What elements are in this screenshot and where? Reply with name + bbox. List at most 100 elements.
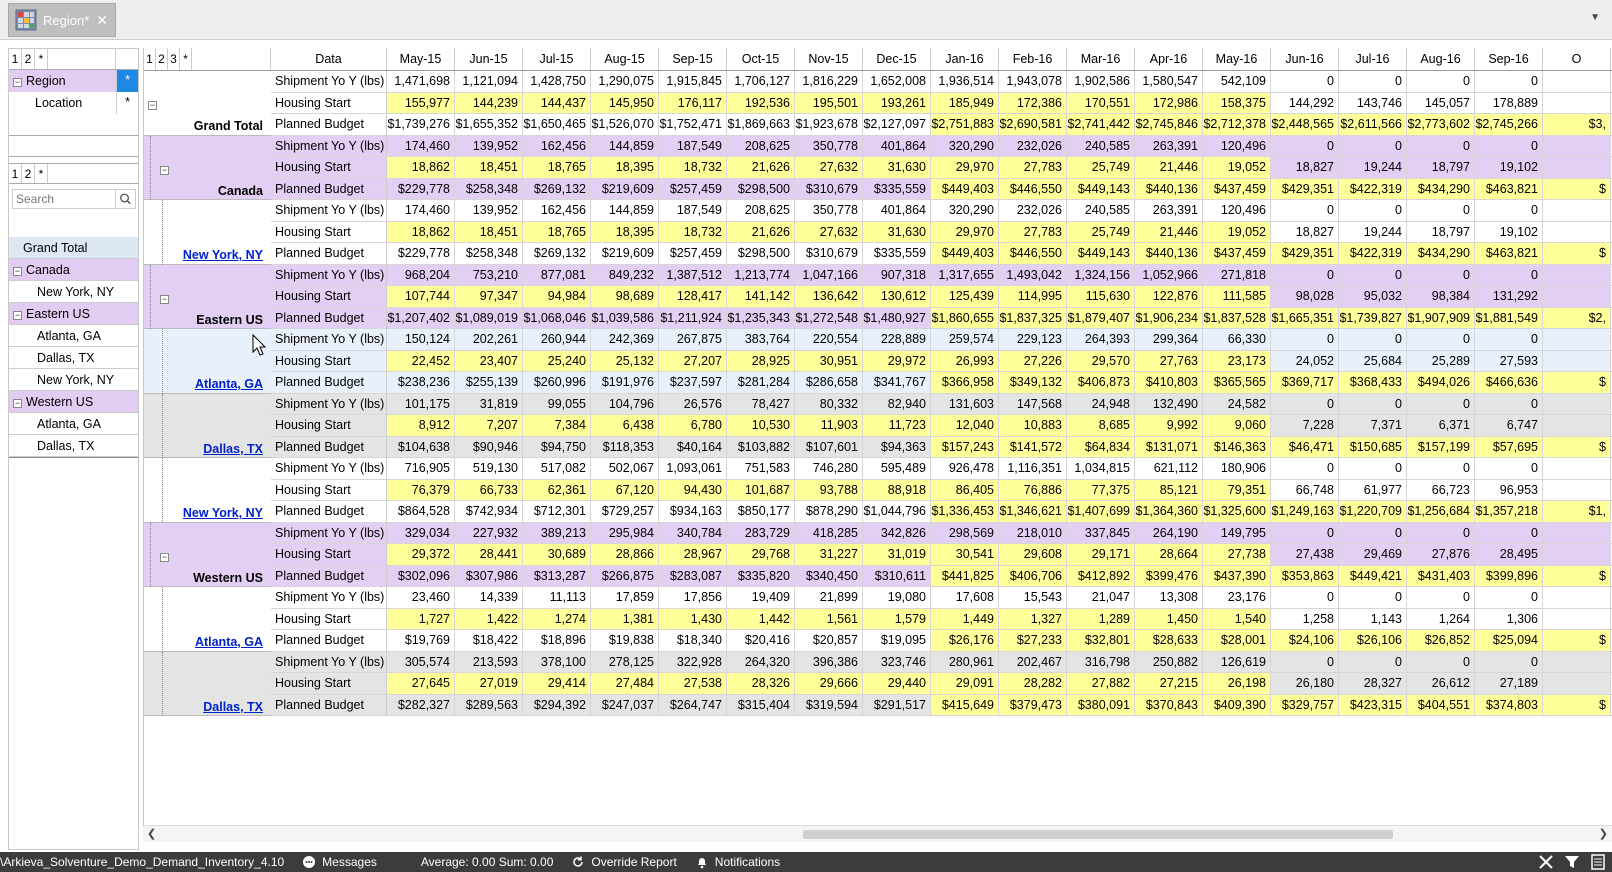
data-cell[interactable]: 242,369 [591, 329, 659, 350]
data-cell[interactable]: 6,438 [591, 415, 659, 436]
data-cell[interactable]: 295,984 [591, 522, 659, 543]
data-cell[interactable]: $349,132 [999, 372, 1067, 393]
month-header[interactable]: O [1543, 48, 1611, 70]
data-cell[interactable]: $1,220,709 [1339, 501, 1407, 522]
data-cell[interactable]: 29,970 [931, 157, 999, 178]
data-cell[interactable]: 174,460 [387, 135, 455, 156]
data-cell[interactable]: $446,550 [999, 178, 1067, 199]
data-cell[interactable]: 26,612 [1407, 673, 1475, 694]
data-cell[interactable]: 192,536 [727, 92, 795, 113]
data-cell[interactable]: 27,593 [1475, 350, 1543, 371]
data-cell[interactable]: 517,082 [523, 458, 591, 479]
data-cell[interactable]: 28,327 [1339, 673, 1407, 694]
data-cell[interactable]: 320,290 [931, 200, 999, 221]
data-cell[interactable]: 131,603 [931, 393, 999, 414]
data-cell[interactable]: 0 [1407, 135, 1475, 156]
month-header[interactable]: May-15 [387, 48, 455, 70]
data-cell[interactable]: $1,739,276 [387, 114, 455, 135]
data-cell[interactable]: 24,052 [1271, 350, 1339, 371]
data-cell[interactable]: $422,319 [1339, 243, 1407, 264]
data-cell[interactable]: $2,741,442 [1067, 114, 1135, 135]
data-cell[interactable]: $57,695 [1475, 436, 1543, 457]
data-cell[interactable]: 143,746 [1339, 92, 1407, 113]
data-cell[interactable]: 0 [1407, 393, 1475, 414]
data-cell[interactable]: 23,407 [455, 350, 523, 371]
data-cell[interactable]: $ [1543, 694, 1611, 715]
data-cell[interactable]: $118,353 [591, 436, 659, 457]
data-cell[interactable]: 149,795 [1203, 522, 1271, 543]
data-cell[interactable]: $341,767 [863, 372, 931, 393]
level-all-button[interactable]: * [35, 49, 48, 69]
data-cell[interactable]: 98,384 [1407, 286, 1475, 307]
data-cell[interactable]: 66,748 [1271, 479, 1339, 500]
data-cell[interactable]: 27,645 [387, 673, 455, 694]
collapse-icon[interactable]: − [160, 165, 169, 175]
data-cell[interactable]: $307,986 [455, 565, 523, 586]
data-cell[interactable]: 1,943,078 [999, 71, 1067, 92]
data-cell[interactable]: 29,469 [1339, 544, 1407, 565]
data-cell[interactable]: 1,727 [387, 608, 455, 629]
data-cell[interactable]: 1,290,075 [591, 71, 659, 92]
data-cell[interactable]: 0 [1339, 135, 1407, 156]
data-cell[interactable]: $258,348 [455, 243, 523, 264]
data-cell[interactable]: 1,816,229 [795, 71, 863, 92]
data-cell[interactable]: 0 [1271, 458, 1339, 479]
data-cell[interactable]: 21,626 [727, 221, 795, 242]
data-cell[interactable]: 27,215 [1135, 673, 1203, 694]
data-cell[interactable]: 27,882 [1067, 673, 1135, 694]
data-cell[interactable]: 401,864 [863, 135, 931, 156]
data-cell[interactable]: $25,094 [1475, 630, 1543, 651]
data-cell[interactable]: 1,317,655 [931, 264, 999, 285]
data-cell[interactable]: 19,052 [1203, 221, 1271, 242]
level-1-button[interactable]: 1 [144, 48, 156, 70]
data-cell[interactable]: $18,422 [455, 630, 523, 651]
data-cell[interactable]: $463,821 [1475, 243, 1543, 264]
data-cell[interactable]: 0 [1339, 200, 1407, 221]
data-cell[interactable]: 1,264 [1407, 608, 1475, 629]
data-cell[interactable]: 97,347 [455, 286, 523, 307]
data-cell[interactable]: 19,102 [1475, 221, 1543, 242]
data-cell[interactable]: $313,287 [523, 565, 591, 586]
data-cell[interactable]: 298,569 [931, 522, 999, 543]
data-cell[interactable]: $1,860,655 [931, 307, 999, 328]
data-cell[interactable]: 0 [1407, 651, 1475, 672]
data-cell[interactable]: 23,176 [1203, 587, 1271, 608]
data-cell[interactable]: $64,834 [1067, 436, 1135, 457]
member-item[interactable]: Dallas, TX [9, 435, 138, 457]
data-cell[interactable]: 170,551 [1067, 92, 1135, 113]
data-cell[interactable]: 21,626 [727, 157, 795, 178]
data-cell[interactable] [1543, 651, 1611, 672]
data-cell[interactable]: 150,124 [387, 329, 455, 350]
data-cell[interactable]: 27,019 [455, 673, 523, 694]
data-cell[interactable]: $255,139 [455, 372, 523, 393]
data-cell[interactable]: $2,745,266 [1475, 114, 1543, 135]
horizontal-scrollbar[interactable]: ❮ ❯ [143, 825, 1612, 842]
member-item[interactable]: New York, NY [9, 369, 138, 391]
data-cell[interactable]: 1,052,966 [1135, 264, 1203, 285]
data-cell[interactable]: $219,609 [591, 243, 659, 264]
data-cell[interactable]: $229,778 [387, 178, 455, 199]
dimension-location[interactable]: Location * [9, 92, 138, 114]
data-cell[interactable]: 93,788 [795, 479, 863, 500]
data-cell[interactable]: 144,437 [523, 92, 591, 113]
data-cell[interactable]: 27,538 [659, 673, 727, 694]
data-cell[interactable]: $1,655,352 [455, 114, 523, 135]
data-cell[interactable]: 174,460 [387, 200, 455, 221]
data-cell[interactable]: $422,319 [1339, 178, 1407, 199]
data-cell[interactable]: $24,106 [1271, 630, 1339, 651]
data-cell[interactable]: 29,972 [863, 350, 931, 371]
data-cell[interactable]: 95,032 [1339, 286, 1407, 307]
data-cell[interactable]: 25,749 [1067, 221, 1135, 242]
data-cell[interactable]: 0 [1407, 587, 1475, 608]
data-cell[interactable]: $441,825 [931, 565, 999, 586]
data-cell[interactable]: $340,450 [795, 565, 863, 586]
data-cell[interactable]: 0 [1271, 71, 1339, 92]
data-cell[interactable]: 278,125 [591, 651, 659, 672]
data-cell[interactable]: 19,080 [863, 587, 931, 608]
member-item[interactable]: Atlanta, GA [9, 413, 138, 435]
data-cell[interactable]: 172,986 [1135, 92, 1203, 113]
data-cell[interactable]: $1,039,586 [591, 307, 659, 328]
data-cell[interactable]: 208,625 [727, 135, 795, 156]
data-cell[interactable]: 145,950 [591, 92, 659, 113]
data-cell[interactable]: 131,292 [1475, 286, 1543, 307]
